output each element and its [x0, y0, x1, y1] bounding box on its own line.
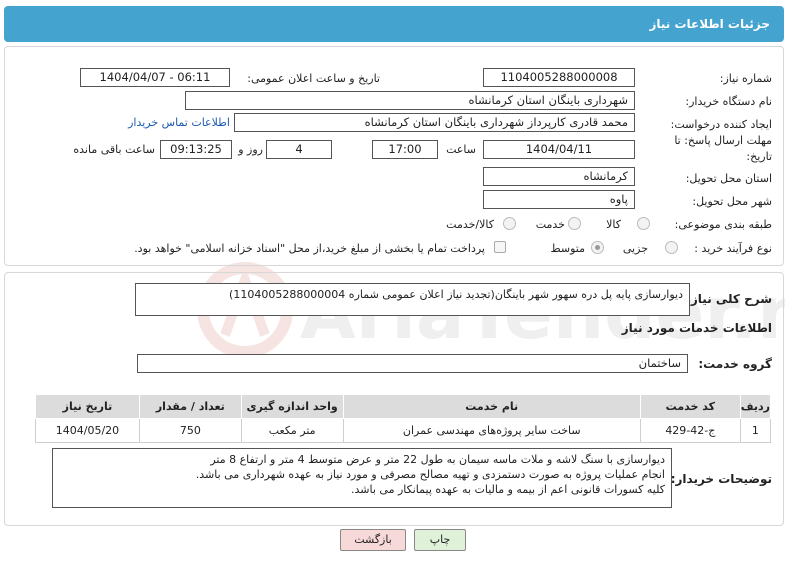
city-label: شهر محل تحویل: [692, 195, 772, 208]
category-label: طبقه بندی موضوعی: [674, 218, 772, 231]
province-field[interactable]: کرمانشاه [483, 167, 635, 186]
buyer-notes-line: انجام عملیات پروژه به صورت دستمزدی و تهی… [195, 468, 665, 481]
deadline-date-label: تاریخ: [746, 150, 772, 163]
cell-name: ساخت سایر پروژه‌های مهندسی عمران [342, 418, 641, 443]
cell-date: 1404/05/20 [35, 418, 140, 443]
page-title: جزئیات اطلاعات نیاز [649, 17, 770, 31]
creator-field[interactable]: محمد قادری کارپرداز شهرداری باینگان استا… [234, 113, 635, 132]
remaining-time-field[interactable]: 09:13:25 [160, 140, 232, 159]
col-date-header: تاریخ نیاز [35, 394, 140, 419]
process-label: نوع فرآیند خرید : [694, 242, 772, 255]
buyer-notes-label: توضیحات خریدار: [670, 472, 772, 486]
process-radio-medium[interactable] [591, 241, 604, 254]
deadline-time-field[interactable]: 17:00 [372, 140, 438, 159]
category-radio-goods-service[interactable] [503, 217, 516, 230]
buyer-notes-line: کلیه کسورات قانونی اعم از بیمه و مالیات … [351, 483, 665, 496]
process-radio-minor[interactable] [665, 241, 678, 254]
category-option-goods-service: کالا/خدمت [446, 218, 494, 231]
col-qty-header: تعداد / مقدار [138, 394, 242, 419]
buyer-org-label: نام دستگاه خریدار: [685, 95, 772, 108]
process-option-medium: متوسط [550, 242, 585, 255]
need-number-label: شماره نیاز: [719, 72, 772, 85]
page-header: جزئیات اطلاعات نیاز [4, 6, 784, 42]
deadline-date-field[interactable]: 1404/04/11 [483, 140, 635, 159]
need-number-field[interactable]: 1104005288000008 [483, 68, 635, 87]
process-option-minor: جزیی [622, 242, 648, 255]
buyer-notes-field[interactable]: دیوارسازی با سنگ لاشه و ملات ماسه سیمان … [52, 448, 672, 508]
buyer-org-field[interactable]: شهرداری باینگان استان کرمانشاه [185, 91, 635, 110]
deadline-time-label: ساعت [446, 143, 476, 156]
cell-row: 1 [739, 418, 772, 443]
treasury-note: پرداخت تمام یا بخشی از مبلغ خرید،از محل … [134, 242, 485, 255]
announce-date-field[interactable]: 1404/04/07 - 06:11 [80, 68, 230, 87]
city-field[interactable]: پاوه [483, 190, 635, 209]
province-label: استان محل تحویل: [685, 172, 772, 185]
col-row-header: ردیف [739, 394, 772, 419]
col-name-header: نام خدمت [342, 394, 641, 419]
print-button[interactable]: چاپ [414, 529, 466, 551]
announce-label: تاریخ و ساعت اعلان عمومی: [247, 72, 380, 85]
treasury-checkbox[interactable] [494, 241, 506, 253]
service-group-field[interactable]: ساختمان [137, 354, 688, 373]
col-code-header: کد خدمت [639, 394, 741, 419]
table-header-row: ردیف کد خدمت نام خدمت واحد اندازه گیری ت… [35, 394, 772, 419]
table-row[interactable]: 1 ج-42-429 ساخت سایر پروژه‌های مهندسی عم… [35, 418, 772, 443]
cell-unit: متر مکعب [240, 418, 344, 443]
category-option-goods: کالا [606, 218, 621, 231]
buyer-contact-link[interactable]: اطلاعات تماس خریدار [128, 116, 230, 129]
back-button[interactable]: بازگشت [340, 529, 406, 551]
services-title: اطلاعات خدمات مورد نیاز [621, 321, 772, 335]
buyer-notes-line: دیوارسازی با سنگ لاشه و ملات ماسه سیمان … [210, 453, 665, 466]
service-group-label: گروه خدمت: [698, 357, 772, 371]
cell-code: ج-42-429 [639, 418, 741, 443]
cell-qty: 750 [138, 418, 242, 443]
deadline-label: مهلت ارسال پاسخ: تا [674, 134, 772, 147]
summary-label: شرح کلی نیاز: [686, 292, 772, 306]
services-table: ردیف کد خدمت نام خدمت واحد اندازه گیری ت… [35, 394, 772, 443]
days-field[interactable]: 4 [266, 140, 332, 159]
days-label: روز و [238, 143, 263, 156]
remaining-label: ساعت باقی مانده [73, 143, 155, 156]
category-radio-service[interactable] [568, 217, 581, 230]
summary-field[interactable]: دیوارسازی پایه پل دره سهور شهر باینگان(ت… [135, 283, 690, 316]
col-unit-header: واحد اندازه گیری [240, 394, 344, 419]
category-radio-goods[interactable] [637, 217, 650, 230]
creator-label: ایجاد کننده درخواست: [670, 118, 772, 131]
category-option-service: خدمت [535, 218, 565, 231]
